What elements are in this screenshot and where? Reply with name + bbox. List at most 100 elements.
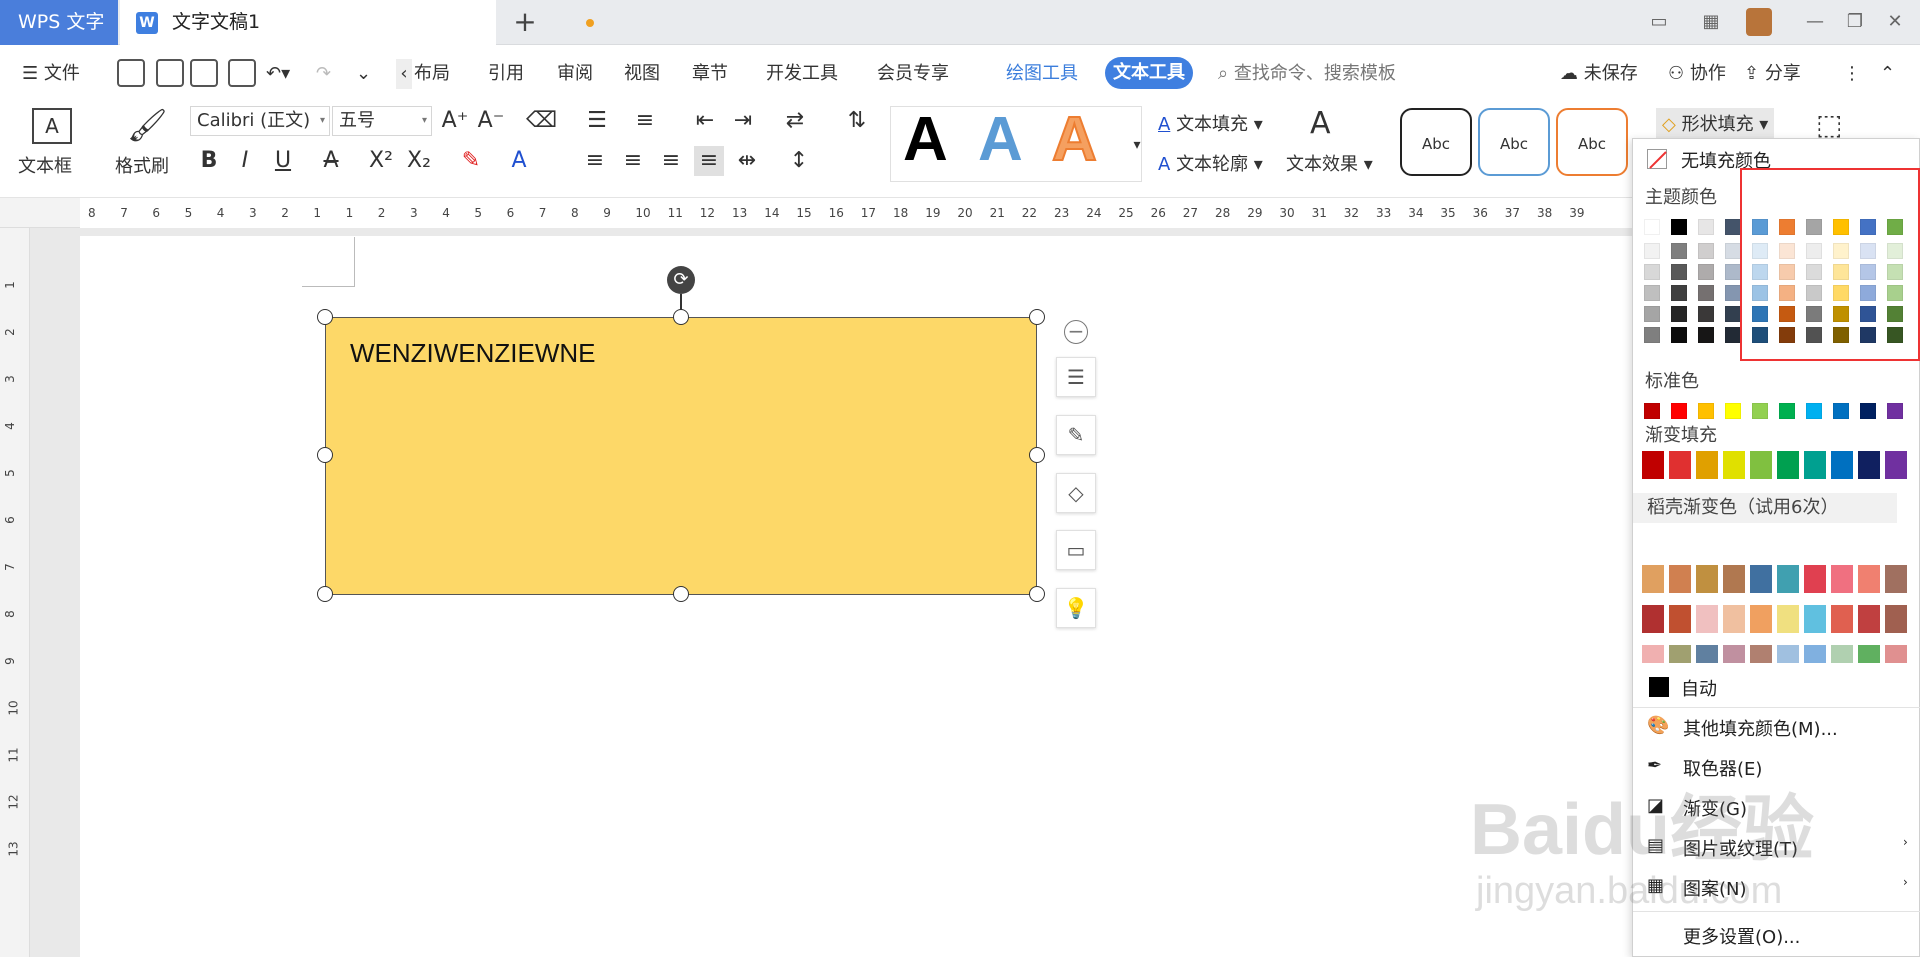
tab-references[interactable]: 引用 [488,59,524,89]
docer-gradient-swatch[interactable] [1696,645,1718,663]
align-left-icon[interactable]: ≡ [580,146,610,176]
text-outline-button[interactable]: A 文本轮廓 ▾ [1158,150,1263,176]
theme-shade-swatch[interactable] [1725,285,1741,301]
theme-shade-swatch[interactable] [1644,264,1660,280]
print-icon[interactable] [190,59,218,87]
resize-handle-left[interactable] [317,447,333,463]
tab-member[interactable]: 会员专享 [877,59,949,89]
shape-effect-icon[interactable]: ⬚ [1816,108,1842,141]
docer-gradient-swatch[interactable] [1723,565,1745,593]
resize-handle-bottom[interactable] [673,586,689,602]
more-settings-item[interactable]: 更多设置(O)... [1683,923,1800,949]
share-button[interactable]: ⇪ 分享 [1744,59,1801,89]
undo-icon[interactable]: ↶▾ [266,59,290,89]
print-preview-icon[interactable] [228,59,256,87]
docer-gradient-swatch[interactable] [1804,605,1826,633]
theme-shade-swatch[interactable] [1698,285,1714,301]
gradient-swatch[interactable] [1831,451,1853,479]
decrease-indent-icon[interactable]: ⇤ [690,106,720,136]
auto-color-swatch[interactable] [1649,677,1669,697]
gradient-swatch[interactable] [1669,451,1691,479]
theme-shade-swatch[interactable] [1671,306,1687,322]
wrap-text-icon[interactable]: ☰ [1056,357,1096,397]
align-justify-icon[interactable]: ≡ [694,146,724,176]
shape-style-brush-icon[interactable]: ✎ [1056,415,1096,455]
docer-gradient-swatch[interactable] [1750,565,1772,593]
close-icon[interactable]: ✕ [1880,8,1910,36]
theme-shade-swatch[interactable] [1671,243,1687,259]
text-fill-button[interactable]: A 文本填充 ▾ [1158,110,1263,136]
strikethrough-icon[interactable]: A [316,146,346,176]
resize-handle-top[interactable] [673,309,689,325]
docer-gradient-swatch[interactable] [1669,605,1691,633]
theme-shade-swatch[interactable] [1671,285,1687,301]
textbox-icon[interactable]: A [32,108,72,144]
docer-gradient-swatch[interactable] [1777,645,1799,663]
docer-gradient-swatch[interactable] [1804,645,1826,663]
fill-bucket-icon[interactable]: ◇ [1056,473,1096,513]
theme-color-swatch[interactable] [1644,219,1660,235]
docer-gradient-swatch[interactable] [1642,605,1664,633]
standard-color-swatch[interactable] [1833,403,1849,419]
gradient-swatch[interactable] [1858,451,1880,479]
layout-icon[interactable]: ▭ [1644,8,1674,36]
rotate-handle-icon[interactable]: ⟳ [667,266,695,294]
underline-icon[interactable]: U [268,146,298,176]
redo-icon[interactable]: ↷ [316,59,331,89]
bullets-icon[interactable]: ☰ [582,106,612,136]
art-text-black[interactable]: A [903,108,948,172]
docer-gradient-swatch[interactable] [1750,645,1772,663]
italic-icon[interactable]: I [230,146,260,176]
docer-gradient-swatch[interactable] [1750,605,1772,633]
gradient-swatch[interactable] [1696,451,1718,479]
collaborate-button[interactable]: ⚇ 协作 [1668,59,1726,89]
gradient-swatch[interactable] [1723,451,1745,479]
resize-handle-bottom-left[interactable] [317,586,333,602]
shape-text[interactable]: WENZIWENZIEWNE [350,338,596,369]
standard-color-swatch[interactable] [1887,403,1903,419]
font-grow-icon[interactable]: A⁺ [440,106,470,136]
increase-indent-icon[interactable]: ⇥ [728,106,758,136]
font-size-select[interactable]: 五号 ▾ [332,106,432,136]
docer-gradient-swatch[interactable] [1831,645,1853,663]
docer-gradient-swatch[interactable] [1669,645,1691,663]
gradient-swatch[interactable] [1642,451,1664,479]
align-center-icon[interactable]: ≡ [618,146,648,176]
theme-shade-swatch[interactable] [1698,327,1714,343]
resize-handle-bottom-right[interactable] [1029,586,1045,602]
docer-gradient-swatch[interactable] [1885,565,1907,593]
art-text-blue[interactable]: A [978,108,1023,172]
docer-gradient-swatch[interactable] [1858,645,1880,663]
theme-shade-swatch[interactable] [1725,306,1741,322]
text-direction-icon[interactable]: ⇄ [780,106,810,136]
theme-shade-swatch[interactable] [1644,285,1660,301]
auto-color-item[interactable]: 自动 [1681,675,1717,701]
theme-shade-swatch[interactable] [1698,264,1714,280]
format-painter-icon[interactable]: 🖌 [127,106,168,144]
theme-shade-swatch[interactable] [1671,264,1687,280]
shape-fill-button[interactable]: ◇ 形状填充 ▾ [1656,108,1775,138]
unsaved-status[interactable]: ☁ 未保存 [1560,59,1638,89]
docer-gradient-swatch[interactable] [1642,565,1664,593]
theme-shade-swatch[interactable] [1644,306,1660,322]
tab-view[interactable]: 视图 [624,59,660,89]
gradient-swatch[interactable] [1804,451,1826,479]
shape-style-1[interactable]: Abc [1400,108,1472,176]
command-search[interactable]: ⌕ 查找命令、搜索模板 [1218,59,1396,89]
standard-color-swatch[interactable] [1698,403,1714,419]
docer-gradient-swatch[interactable] [1696,605,1718,633]
theme-color-swatch[interactable] [1671,219,1687,235]
standard-color-swatch[interactable] [1860,403,1876,419]
shape-style-3[interactable]: Abc [1556,108,1628,176]
apps-grid-icon[interactable]: ▦ [1696,8,1726,36]
docer-gradient-swatch[interactable] [1804,565,1826,593]
docer-gradient-swatch[interactable] [1642,645,1664,663]
textbox-button[interactable]: 文本框 [18,152,72,178]
docer-gradient-swatch[interactable] [1777,565,1799,593]
standard-color-swatch[interactable] [1644,403,1660,419]
tab-section[interactable]: 章节 [692,59,728,89]
docer-gradient-swatch[interactable] [1858,605,1880,633]
tab-layout[interactable]: 布局 [414,59,450,89]
save-icon[interactable] [117,59,145,87]
standard-color-swatch[interactable] [1671,403,1687,419]
